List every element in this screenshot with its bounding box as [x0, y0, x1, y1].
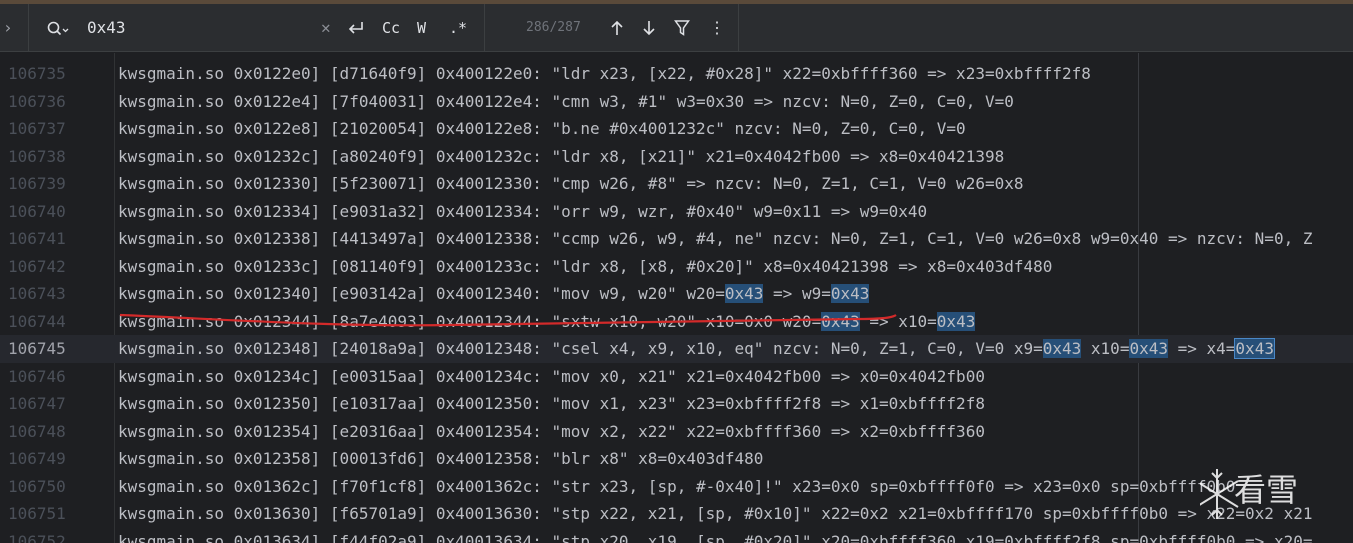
line-code: kwsgmain.so 0x012330] [5f230071] 0x40012…	[118, 174, 1024, 193]
line-number: 106744	[8, 311, 66, 331]
search-match-highlight: 0x43	[1234, 338, 1275, 359]
line-code: kwsgmain.so 0x013630] [f65701a9] 0x40013…	[118, 504, 1313, 523]
trace-line[interactable]: 106748 kwsgmain.so 0x012354] [e20316aa] 0…	[0, 418, 1353, 446]
expand-replace-icon[interactable]: ›	[3, 4, 13, 52]
line-code: kwsgmain.so 0x012358] [00013fd6] 0x40012…	[118, 449, 764, 468]
code-text: kwsgmain.so 0x012340] [e903142a] 0x40012…	[118, 284, 725, 303]
watermark-text: 看雪	[1234, 471, 1299, 509]
code-text: kwsgmain.so 0x012348] [24018a9a] 0x40012…	[118, 339, 1043, 358]
find-bar: › 0x43 ✕ Cc W .* 286/287 ⋮	[0, 4, 1353, 52]
line-code: kwsgmain.so 0x0122e0] [d71640f9] 0x40012…	[118, 64, 1091, 83]
line-number: 106735	[8, 64, 66, 83]
code-text: => x4=	[1167, 339, 1236, 358]
line-number: 106750	[8, 476, 66, 496]
line-number: 106752	[8, 531, 66, 543]
trace-line[interactable]: 106750 kwsgmain.so 0x01362c] [f70f1cf8] 0…	[0, 473, 1353, 501]
trace-line[interactable]: 106739 kwsgmain.so 0x012330] [5f230071] 0…	[0, 170, 1353, 198]
search-match-highlight: 0x43	[936, 311, 976, 331]
line-code: kwsgmain.so 0x01234c] [e00315aa] 0x40012…	[118, 366, 985, 386]
search-match-highlight: 0x43	[1042, 339, 1082, 358]
line-number: 106740	[8, 201, 66, 221]
trace-line[interactable]: 106735 kwsgmain.so 0x0122e0] [d71640f9] 0…	[0, 60, 1353, 88]
search-match-highlight: 0x43	[1129, 339, 1168, 358]
divider	[738, 4, 739, 52]
trace-line[interactable]: 106741 kwsgmain.so 0x012338] [4413497a] 0…	[0, 225, 1353, 253]
line-number: 106739	[8, 174, 66, 193]
line-number: 106737	[8, 119, 66, 138]
divider	[28, 4, 29, 52]
clear-search-icon[interactable]: ✕	[321, 4, 331, 52]
code-text: => w9=	[763, 284, 831, 303]
line-code: kwsgmain.so 0x012354] [e20316aa] 0x40012…	[118, 421, 985, 441]
line-code: kwsgmain.so 0x0122e4] [7f040031] 0x40012…	[118, 91, 1014, 111]
match-counter: 286/287	[526, 20, 581, 35]
line-number: 106751	[8, 504, 66, 523]
search-match-highlight: 0x43	[830, 284, 870, 303]
line-code: kwsgmain.so 0x012350] [e10317aa] 0x40012…	[118, 394, 985, 413]
line-code: kwsgmain.so 0x012340] [e903142a] 0x40012…	[118, 280, 870, 308]
trace-line[interactable]: 106752 kwsgmain.so 0x013634] [f44f02a9] 0…	[0, 528, 1353, 543]
line-number: 106738	[8, 146, 66, 166]
line-number: 106741	[8, 229, 66, 248]
trace-line[interactable]: 106745 kwsgmain.so 0x012348] [24018a9a] 0…	[0, 335, 1353, 363]
line-number: 106749	[8, 449, 66, 468]
line-number: 106736	[8, 91, 66, 111]
search-match-highlight: 0x43	[821, 311, 860, 331]
line-code: kwsgmain.so 0x0122e8] [21020054] 0x40012…	[118, 119, 966, 138]
match-case-button[interactable]: Cc	[382, 4, 400, 52]
line-number: 106748	[8, 421, 66, 441]
trace-line[interactable]: 106738 kwsgmain.so 0x01232c] [a80240f9] 0…	[0, 143, 1353, 171]
line-code: kwsgmain.so 0x012348] [24018a9a] 0x40012…	[118, 335, 1275, 363]
line-number: 106747	[8, 394, 66, 413]
line-number: 106746	[8, 366, 66, 386]
line-number: 106743	[8, 284, 66, 303]
line-code: kwsgmain.so 0x012344] [8a7e4093] 0x40012…	[118, 308, 976, 336]
arrow-down-icon[interactable]	[641, 19, 657, 37]
search-match-highlight: 0x43	[724, 284, 764, 303]
regex-button[interactable]: .*	[449, 4, 467, 52]
trace-line[interactable]: 106737 kwsgmain.so 0x0122e8] [21020054] 0…	[0, 115, 1353, 143]
search-input[interactable]: 0x43	[87, 4, 126, 52]
line-code: kwsgmain.so 0x012338] [4413497a] 0x40012…	[118, 229, 1313, 248]
line-code: kwsgmain.so 0x01233c] [081140f9] 0x40012…	[118, 256, 1053, 276]
trace-line[interactable]: 106747 kwsgmain.so 0x012350] [e10317aa] 0…	[0, 390, 1353, 418]
trace-line[interactable]: 106740 kwsgmain.so 0x012334] [e9031a32] 0…	[0, 198, 1353, 226]
search-history-icon[interactable]	[47, 21, 69, 37]
trace-line[interactable]: 106742 kwsgmain.so 0x01233c] [081140f9] 0…	[0, 253, 1353, 281]
line-code: kwsgmain.so 0x012334] [e9031a32] 0x40012…	[118, 201, 928, 221]
arrow-up-icon[interactable]	[609, 19, 625, 37]
new-line-icon[interactable]	[346, 20, 366, 36]
code-text: => x10=	[859, 311, 937, 331]
words-button[interactable]: W	[417, 4, 426, 52]
line-code: kwsgmain.so 0x013634] [f44f02a9] 0x40013…	[118, 531, 1313, 543]
editor-area[interactable]: 106735 kwsgmain.so 0x0122e0] [d71640f9] 0…	[0, 53, 1353, 543]
code-text: x10=	[1081, 339, 1130, 358]
more-options-icon[interactable]: ⋮	[709, 4, 725, 52]
trace-line[interactable]: 106736 kwsgmain.so 0x0122e4] [7f040031] 0…	[0, 88, 1353, 116]
trace-line[interactable]: 106743 kwsgmain.so 0x012340] [e903142a] 0…	[0, 280, 1353, 308]
line-number: 106745	[8, 339, 66, 358]
trace-line[interactable]: 106744 kwsgmain.so 0x012344] [8a7e4093] 0…	[0, 308, 1353, 336]
code-text: kwsgmain.so 0x012344] [8a7e4093] 0x40012…	[118, 311, 822, 331]
trace-line[interactable]: 106749 kwsgmain.so 0x012358] [00013fd6] 0…	[0, 445, 1353, 473]
trace-line[interactable]: 106751 kwsgmain.so 0x013630] [f65701a9] 0…	[0, 500, 1353, 528]
line-number: 106742	[8, 256, 66, 276]
line-code: kwsgmain.so 0x01362c] [f70f1cf8] 0x40013…	[118, 476, 1236, 496]
filter-icon[interactable]	[674, 19, 690, 37]
divider	[484, 4, 485, 52]
line-code: kwsgmain.so 0x01232c] [a80240f9] 0x40012…	[118, 146, 1005, 166]
trace-line[interactable]: 106746 kwsgmain.so 0x01234c] [e00315aa] 0…	[0, 363, 1353, 391]
